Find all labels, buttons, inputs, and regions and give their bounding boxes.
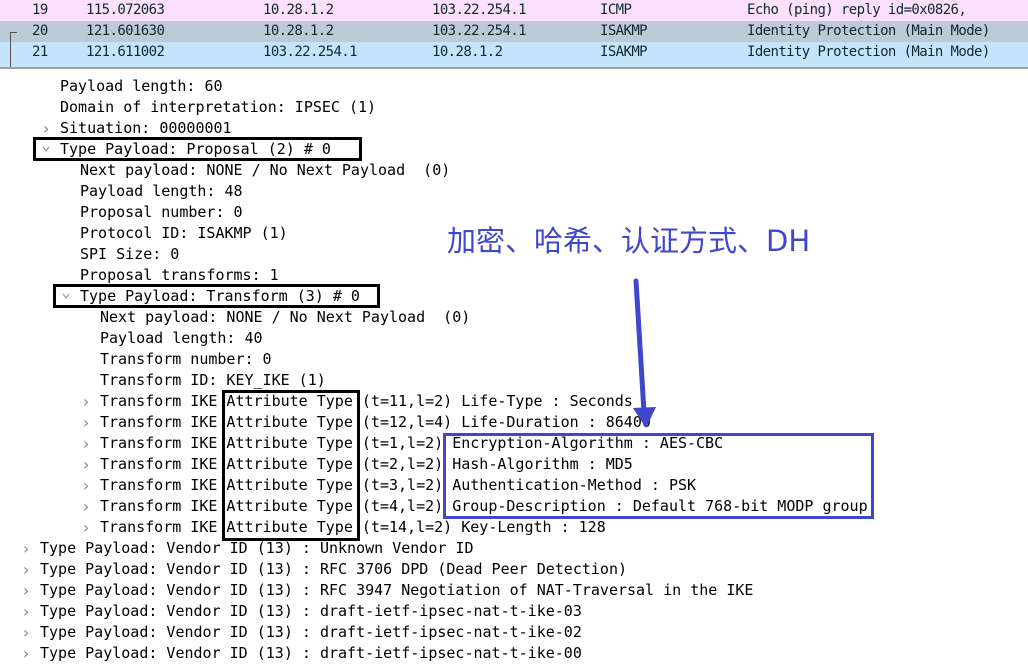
annotation-arrow	[633, 278, 656, 428]
